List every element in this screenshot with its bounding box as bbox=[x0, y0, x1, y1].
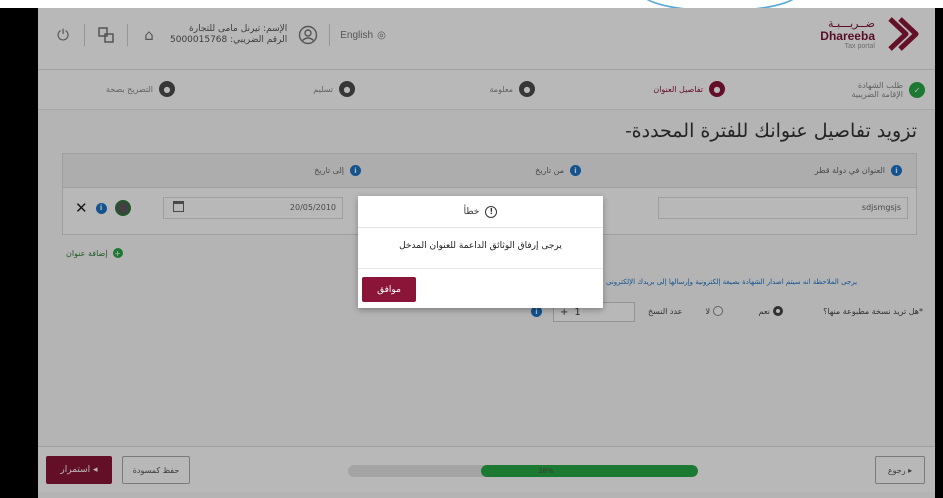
warning-icon: ! bbox=[485, 205, 498, 218]
app-screen: ضــريـــبـة Dhareeba Tax portal ⏻ ⌂ الإس… bbox=[38, 8, 935, 498]
dialog-header: خطأ ! bbox=[358, 196, 603, 228]
dialog-message: يرجى إرفاق الوثائق الداعمة للعنوان المدخ… bbox=[399, 241, 562, 251]
ok-button[interactable]: موافق bbox=[362, 277, 416, 302]
dialog-title: خطأ bbox=[463, 206, 480, 217]
error-dialog: خطأ ! يرجى إرفاق الوثائق الداعمة للعنوان… bbox=[358, 196, 603, 308]
top-gap bbox=[0, 0, 943, 8]
divider bbox=[358, 268, 603, 269]
